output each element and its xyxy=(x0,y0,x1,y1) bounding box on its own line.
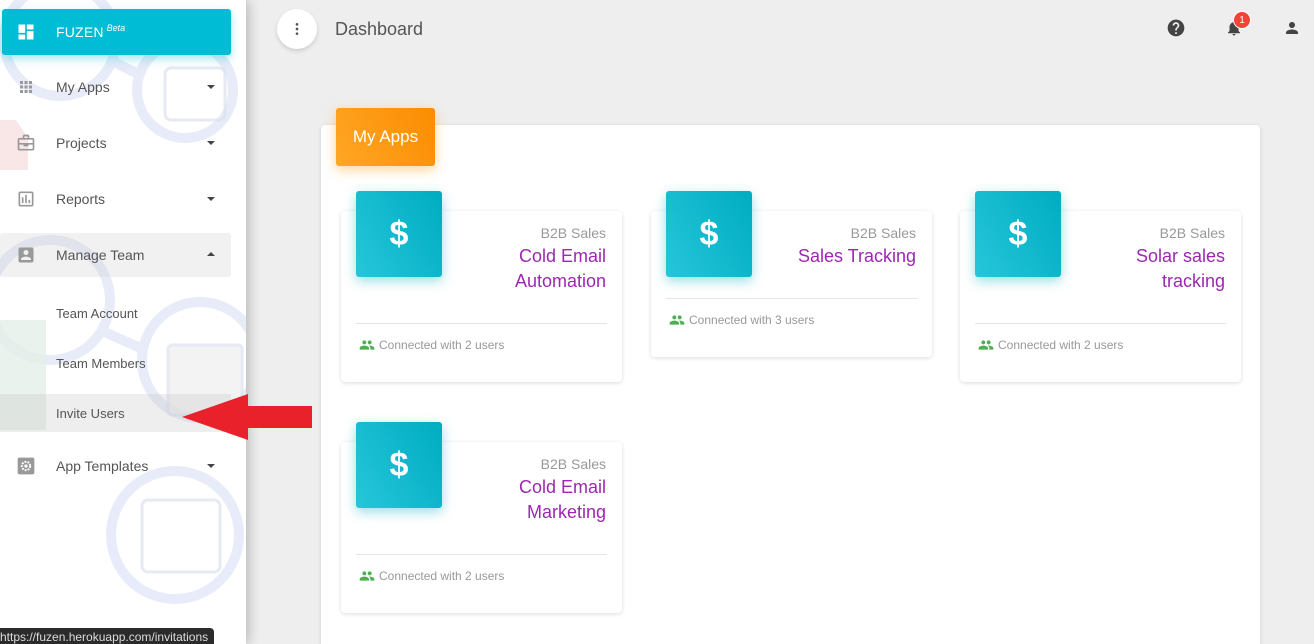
connected-users-text: Connected with 2 users xyxy=(379,338,505,352)
more-menu-button[interactable] xyxy=(277,9,317,49)
app-name-line: tracking xyxy=(1161,271,1225,291)
divider xyxy=(666,298,917,299)
sidebar-item-label: Manage Team xyxy=(56,247,145,263)
app-card-cold-email-automation[interactable]: $ B2B Sales Cold Email Automation Connec… xyxy=(341,191,622,382)
app-name[interactable]: Cold Email Marketing xyxy=(519,475,606,525)
sidebar: FUZEN Beta My Apps Projects Reports Manag… xyxy=(0,0,246,644)
app-name[interactable]: Solar sales tracking xyxy=(1136,244,1225,294)
app-category: B2B Sales xyxy=(1159,225,1225,241)
divider xyxy=(356,554,607,555)
brand-logo[interactable]: FUZEN Beta xyxy=(2,9,231,55)
people-icon xyxy=(978,340,994,350)
dashboard-icon xyxy=(18,24,34,40)
people-icon xyxy=(669,315,685,325)
connected-users-text: Connected with 2 users xyxy=(379,569,505,583)
beta-badge: Beta xyxy=(106,23,126,33)
briefcase-icon xyxy=(16,133,36,153)
app-name-line: Sales Tracking xyxy=(797,246,916,266)
app-name[interactable]: Sales Tracking xyxy=(798,244,916,269)
sidebar-item-reports[interactable]: Reports xyxy=(0,177,231,221)
dollar-icon: $ xyxy=(975,191,1061,277)
app-footer: Connected with 3 users xyxy=(669,312,814,328)
app-footer: Connected with 2 users xyxy=(978,337,1123,353)
more-vertical-icon xyxy=(295,23,299,35)
chevron-down-icon xyxy=(207,464,215,468)
people-icon xyxy=(359,571,375,581)
connected-users-text: Connected with 2 users xyxy=(998,338,1124,352)
app-name-line: Automation xyxy=(514,271,606,291)
bar-chart-icon xyxy=(16,189,36,209)
sidebar-item-label: Reports xyxy=(56,191,106,207)
divider xyxy=(356,323,607,324)
chevron-down-icon xyxy=(207,197,215,201)
chevron-down-icon xyxy=(207,141,215,145)
sidebar-subitem-label: Invite Users xyxy=(56,405,125,421)
sidebar-item-label: Projects xyxy=(56,135,107,151)
app-name-line: Cold Email xyxy=(518,477,606,497)
app-name-line: Cold Email xyxy=(518,246,606,266)
dollar-icon: $ xyxy=(356,422,442,508)
app-name-line: Marketing xyxy=(526,502,606,522)
app-card-solar-sales-tracking[interactable]: $ B2B Sales Solar sales tracking Connect… xyxy=(960,191,1241,382)
sidebar-subitem-team-account[interactable]: Team Account xyxy=(0,294,231,332)
brand-name: FUZEN xyxy=(56,24,104,40)
annotation-arrow-icon xyxy=(182,394,312,440)
sidebar-item-label: My Apps xyxy=(56,79,110,95)
gear-icon xyxy=(16,456,36,476)
sidebar-item-app-templates[interactable]: App Templates xyxy=(0,444,231,488)
connected-users-text: Connected with 3 users xyxy=(689,313,815,327)
account-button[interactable] xyxy=(1282,18,1302,38)
app-footer: Connected with 2 users xyxy=(359,337,504,353)
divider xyxy=(975,323,1226,324)
status-bar-url: https://fuzen.herokuapp.com/invitations xyxy=(0,628,215,644)
help-button[interactable] xyxy=(1166,18,1186,38)
chevron-up-icon xyxy=(207,252,215,256)
sidebar-subitem-team-members[interactable]: Team Members xyxy=(0,344,231,382)
section-header: My Apps xyxy=(336,108,435,166)
person-icon xyxy=(1286,22,1298,34)
app-category: B2B Sales xyxy=(540,456,606,472)
app-card-cold-email-marketing[interactable]: $ B2B Sales Cold Email Marketing Connect… xyxy=(341,422,622,613)
app-category: B2B Sales xyxy=(540,225,606,241)
app-footer: Connected with 2 users xyxy=(359,568,504,584)
sidebar-item-manage-team[interactable]: Manage Team xyxy=(0,233,231,277)
sidebar-subitem-label: Team Account xyxy=(56,305,138,321)
app-name[interactable]: Cold Email Automation xyxy=(515,244,606,294)
grid-icon xyxy=(16,77,36,97)
dollar-icon: $ xyxy=(666,191,752,277)
notification-count-badge: 1 xyxy=(1233,11,1251,29)
person-box-icon xyxy=(16,245,36,265)
sidebar-subitem-label: Team Members xyxy=(56,355,146,371)
sidebar-item-label: App Templates xyxy=(56,458,149,474)
sidebar-item-my-apps[interactable]: My Apps xyxy=(0,65,231,109)
help-icon xyxy=(1167,19,1185,37)
app-name-line: Solar sales xyxy=(1135,246,1225,266)
app-card-sales-tracking[interactable]: $ B2B Sales Sales Tracking Connected wit… xyxy=(651,191,932,357)
people-icon xyxy=(359,340,375,350)
app-category: B2B Sales xyxy=(850,225,916,241)
page-title: Dashboard xyxy=(335,19,424,39)
chevron-down-icon xyxy=(207,85,215,89)
sidebar-item-projects[interactable]: Projects xyxy=(0,121,231,165)
dollar-icon: $ xyxy=(356,191,442,277)
